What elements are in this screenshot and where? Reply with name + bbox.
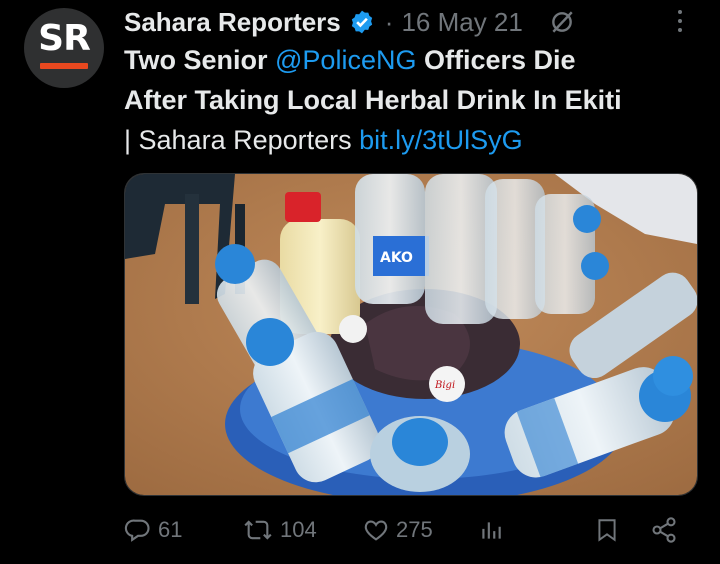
tweet-text-source: | Sahara Reporters <box>124 125 360 155</box>
tweet-text-part: Officers Die <box>416 45 576 75</box>
tweet-actions: 61 104 275 <box>124 510 696 550</box>
more-options-icon[interactable] <box>678 10 682 32</box>
like-button[interactable]: 275 <box>362 516 433 544</box>
avatar[interactable]: SR <box>24 8 104 88</box>
url-link[interactable]: bit.ly/3tUlSyG <box>359 125 523 155</box>
avatar-bar <box>40 63 88 69</box>
retweet-icon <box>242 516 274 544</box>
views-button[interactable] <box>478 516 504 544</box>
tweet-line-1: Two Senior @PoliceNG Officers Die <box>124 40 704 80</box>
grok-icon[interactable] <box>549 9 575 35</box>
account-name[interactable]: Sahara Reporters <box>124 7 341 38</box>
tweet-line-3: | Sahara Reporters bit.ly/3tUlSyG <box>124 120 704 160</box>
bookmark-button[interactable] <box>594 516 620 544</box>
analytics-icon <box>478 516 504 544</box>
tweet-line-2: After Taking Local Herbal Drink In Ekiti <box>124 80 704 120</box>
reply-icon <box>124 516 152 544</box>
share-button[interactable] <box>650 516 678 544</box>
share-icon <box>650 516 678 544</box>
tweet-media-image[interactable]: AKO Bigi <box>124 173 698 496</box>
retweet-button[interactable]: 104 <box>242 516 317 544</box>
mention-link[interactable]: @PoliceNG <box>275 45 416 75</box>
verified-badge-icon <box>349 9 375 35</box>
tweet-text-part: After Taking Local Herbal Drink In Ekiti <box>124 85 622 115</box>
bottle-label: AKO <box>380 250 413 266</box>
heart-icon <box>362 516 390 544</box>
header-separator: · <box>384 6 394 37</box>
reply-button[interactable]: 61 <box>124 516 182 544</box>
bookmark-icon <box>594 516 620 544</box>
tweet-text-part: Two Senior <box>124 45 276 75</box>
retweet-count: 104 <box>280 517 317 542</box>
cap-label: Bigi <box>434 380 455 391</box>
like-count: 275 <box>396 517 433 542</box>
avatar-letters: SR <box>38 18 91 59</box>
reply-count: 61 <box>158 517 183 542</box>
tweet-header: Sahara Reporters · 16 May 21 <box>124 2 696 42</box>
tweet-text: Two Senior @PoliceNG Officers Die After … <box>124 40 704 160</box>
photo-bottles-in-basin: AKO Bigi <box>125 174 697 495</box>
tweet-date[interactable]: 16 May 21 <box>401 7 522 38</box>
